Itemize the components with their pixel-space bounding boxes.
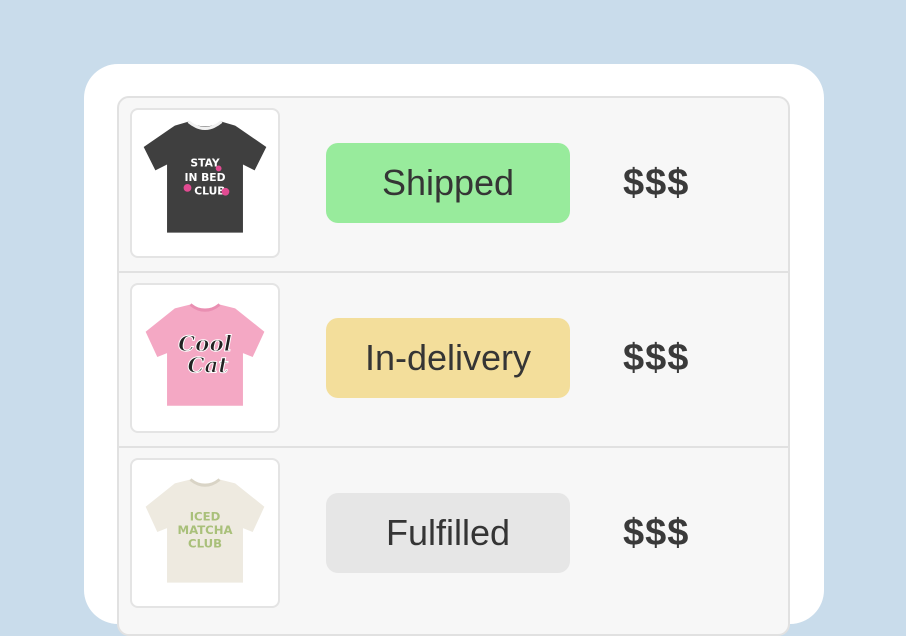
status-badge: In-delivery	[326, 318, 570, 398]
status-badge: Fulfilled	[326, 493, 570, 573]
product-thumbnail[interactable]: ICED MATCHA CLUB	[130, 458, 280, 608]
svg-text:CLUB: CLUB	[188, 537, 222, 551]
svg-text:ICED: ICED	[190, 509, 221, 523]
svg-text:MATCHA: MATCHA	[177, 523, 232, 537]
product-thumbnail[interactable]: Cool Cat	[130, 283, 280, 433]
orders-table: STAY IN BED CLUB Shipped $$$ Cool Cat In…	[117, 96, 790, 636]
status-badge: Shipped	[326, 143, 570, 223]
table-row[interactable]: STAY IN BED CLUB Shipped $$$	[119, 98, 788, 273]
tshirt-pink-icon: Cool Cat	[145, 303, 265, 406]
price-value: $$$	[623, 161, 690, 204]
page: { "orders": [ { "product": {"icon": "tsh…	[0, 0, 906, 636]
table-row[interactable]: Cool Cat In-delivery $$$	[119, 273, 788, 448]
table-row[interactable]: ICED MATCHA CLUB Fulfilled $$$	[119, 448, 788, 623]
svg-text:STAY: STAY	[190, 156, 219, 169]
svg-text:Cat: Cat	[188, 354, 229, 379]
svg-text:CLUB: CLUB	[194, 185, 225, 198]
price-value: $$$	[623, 336, 690, 379]
tshirt-cream-icon: ICED MATCHA CLUB	[145, 478, 265, 583]
tshirt-black-icon: STAY IN BED CLUB	[143, 120, 267, 233]
price-value: $$$	[623, 511, 690, 554]
product-thumbnail[interactable]: STAY IN BED CLUB	[130, 108, 280, 258]
svg-text:IN BED: IN BED	[185, 171, 226, 184]
